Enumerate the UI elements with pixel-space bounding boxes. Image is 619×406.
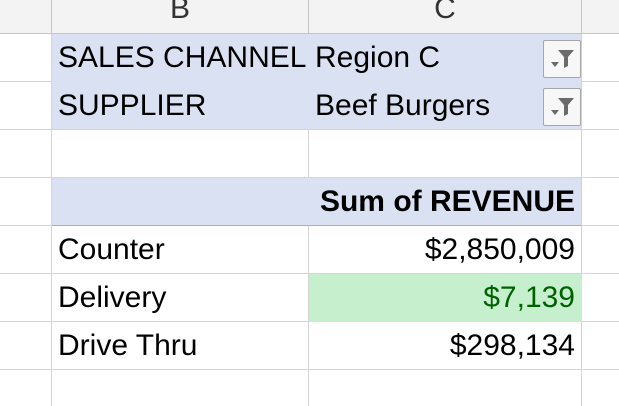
pivot-value-header-label: Sum of REVENUE — [319, 184, 575, 218]
cell-a-filter1[interactable] — [0, 34, 52, 82]
cell-d-row2[interactable] — [582, 274, 619, 322]
cell-d-row1[interactable] — [582, 226, 619, 274]
pivot-row-value-text: $2,850,009 — [424, 232, 575, 266]
cell-a-row4[interactable] — [0, 370, 52, 406]
cell-b-blank[interactable] — [52, 130, 309, 178]
filter-value-sales-channel[interactable]: Region C — [309, 34, 582, 82]
column-header-c[interactable]: C — [309, 0, 582, 34]
cell-d-row3[interactable] — [582, 322, 619, 370]
pivot-row-label-text: Counter — [58, 232, 165, 266]
pivot-row-value-highlighted[interactable]: $7,139 — [309, 274, 582, 322]
spreadsheet-grid: B C SALES CHANNEL Region C SUPPLIER Beef… — [0, 0, 619, 406]
pivot-row-label[interactable]: Counter — [52, 226, 309, 274]
filter-value-label: Region C — [315, 41, 441, 74]
pivot-row-value-text: $298,134 — [449, 328, 575, 362]
column-header-b[interactable]: B — [52, 0, 309, 34]
cell-a-blank[interactable] — [0, 130, 52, 178]
cell-d-pivot-header[interactable] — [582, 178, 619, 226]
cell-d-filter2[interactable] — [582, 82, 619, 130]
pivot-row-label-header[interactable] — [52, 178, 309, 226]
filter-dropdown-icon — [551, 50, 574, 68]
pivot-row-label[interactable]: Delivery — [52, 274, 309, 322]
cell-d-filter1[interactable] — [582, 34, 619, 82]
column-header-d[interactable] — [582, 0, 619, 34]
cell-a-filter2[interactable] — [0, 82, 52, 130]
filter-field-supplier[interactable]: SUPPLIER — [52, 82, 309, 130]
pivot-value-header[interactable]: Sum of REVENUE — [309, 178, 582, 226]
filter-field-sales-channel[interactable]: SALES CHANNEL — [52, 34, 309, 82]
pivot-row-label-text: Delivery — [58, 280, 167, 314]
pivot-row-value-text: $7,139 — [483, 280, 575, 314]
filter-dropdown-icon — [551, 98, 574, 116]
filter-dropdown-button[interactable] — [543, 40, 581, 78]
filter-field-label: SUPPLIER — [58, 88, 207, 122]
cell-d-blank[interactable] — [582, 130, 619, 178]
filter-value-label: Beef Burgers — [315, 88, 491, 122]
cell-a-row1[interactable] — [0, 226, 52, 274]
cell-a-row2[interactable] — [0, 274, 52, 322]
column-header-b-label: B — [169, 0, 190, 25]
pivot-row-label[interactable]: Drive Thru — [52, 322, 309, 370]
cell-d-row4[interactable] — [582, 370, 619, 406]
filter-value-supplier[interactable]: Beef Burgers — [309, 82, 582, 130]
filter-dropdown-button[interactable] — [543, 88, 581, 126]
column-header-c-label: C — [434, 0, 456, 25]
pivot-row-label-text: Drive Thru — [58, 328, 198, 362]
pivot-row-value[interactable]: $2,850,009 — [309, 226, 582, 274]
cell-a-row3[interactable] — [0, 322, 52, 370]
cell-c-row4[interactable] — [309, 370, 582, 406]
cell-a-pivot-header[interactable] — [0, 178, 52, 226]
filter-field-label: SALES CHANNEL — [58, 41, 307, 74]
cell-c-blank[interactable] — [309, 130, 582, 178]
pivot-row-value[interactable]: $298,134 — [309, 322, 582, 370]
cell-b-row4[interactable] — [52, 370, 309, 406]
column-header-a[interactable] — [0, 0, 52, 34]
